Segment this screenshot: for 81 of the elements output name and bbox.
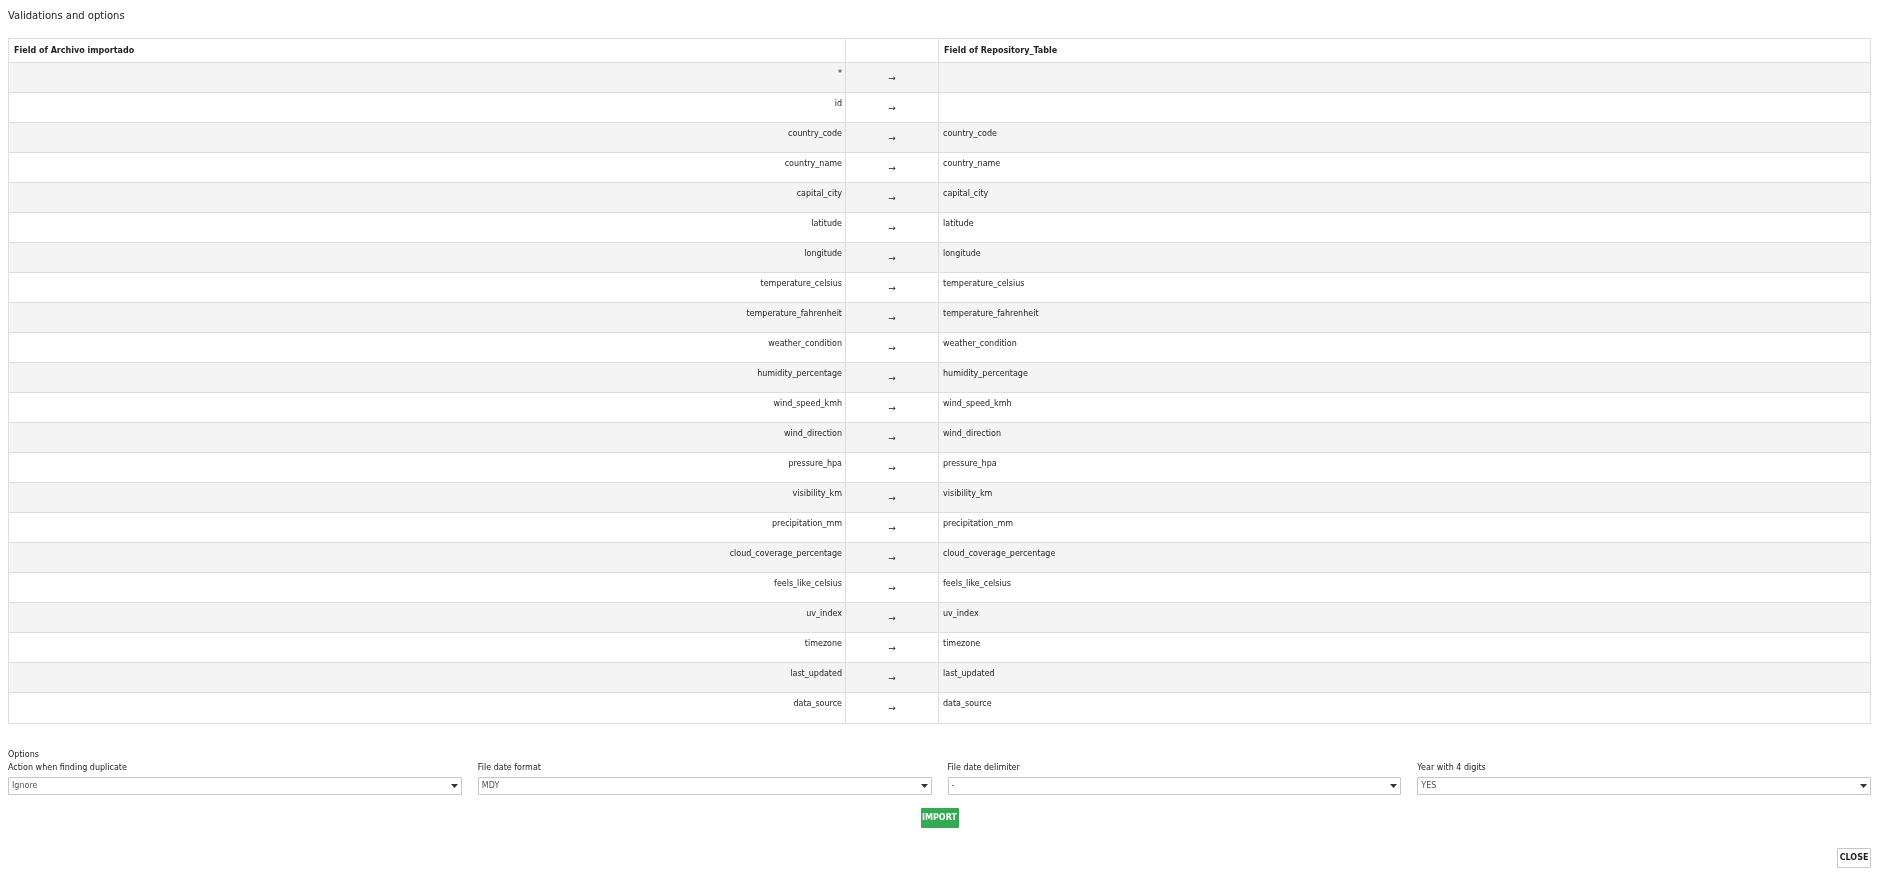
- arrow-icon: →: [888, 402, 896, 413]
- table-cell: weather_condition: [768, 339, 842, 349]
- table-cell: visibility_km: [943, 489, 993, 499]
- table-cell: humidity_percentage: [943, 369, 1028, 379]
- arrow-icon: →: [888, 582, 896, 593]
- table-cell: longitude: [804, 249, 842, 259]
- table-cell: capital_city: [943, 189, 989, 199]
- table-cell: capital_city: [796, 189, 842, 199]
- table-cell: feels_like_celsius: [774, 579, 842, 589]
- table-cell: weather_condition: [943, 339, 1017, 349]
- column-header: Field of Archivo importado: [14, 45, 135, 56]
- arrow-icon: →: [888, 492, 896, 503]
- table-cell: country_code: [943, 129, 997, 139]
- table-cell: latitude: [811, 219, 842, 229]
- arrow-icon: →: [888, 522, 896, 533]
- table-cell: pressure_hpa: [943, 459, 997, 469]
- table-cell: cloud_coverage_percentage: [943, 549, 1056, 559]
- caret-icon: [1860, 784, 1867, 788]
- table-cell: temperature_fahrenheit: [746, 309, 842, 319]
- arrow-icon: →: [888, 342, 896, 353]
- table-cell: temperature_fahrenheit: [943, 309, 1039, 319]
- table-cell: wind_direction: [784, 429, 842, 439]
- field-label: Action when finding duplicate: [8, 763, 127, 773]
- select-field[interactable]: YES: [1417, 777, 1871, 795]
- close-button[interactable]: CLOSE: [1837, 848, 1871, 868]
- table-cell: data_source: [793, 699, 842, 709]
- arrow-icon: →: [888, 552, 896, 563]
- arrow-icon: →: [888, 102, 896, 113]
- arrow-icon: →: [888, 312, 896, 323]
- arrow-icon: →: [888, 252, 896, 263]
- table-cell: latitude: [943, 219, 974, 229]
- table-cell: wind_speed_kmh: [943, 399, 1012, 409]
- arrow-icon: →: [888, 192, 896, 203]
- arrow-icon: →: [888, 372, 896, 383]
- table-cell: longitude: [943, 249, 981, 259]
- arrow-icon: →: [888, 162, 896, 173]
- options-heading: Options: [8, 750, 39, 760]
- select-field[interactable]: Ignore: [8, 777, 462, 795]
- arrow-icon: →: [888, 672, 896, 683]
- caret-icon: [450, 784, 458, 788]
- table-cell: precipitation_mm: [772, 519, 842, 529]
- table-cell: wind_speed_kmh: [773, 399, 842, 409]
- arrow-icon: →: [888, 282, 896, 293]
- table-cell: pressure_hpa: [788, 459, 842, 469]
- table-cell: precipitation_mm: [943, 519, 1013, 529]
- table-cell: last_updated: [943, 669, 995, 679]
- arrow-icon: →: [888, 432, 896, 443]
- table-cell: timezone: [804, 639, 842, 649]
- arrow-icon: →: [888, 222, 896, 233]
- table-cell: visibility_km: [792, 489, 842, 499]
- field-label: Year with 4 digits: [1417, 763, 1486, 773]
- caret-icon: [1390, 784, 1398, 788]
- arrow-icon: →: [888, 703, 896, 713]
- table-cell: uv_index: [943, 609, 979, 619]
- arrow-icon: →: [888, 132, 896, 143]
- table-cell: cloud_coverage_percentage: [729, 549, 842, 559]
- table-cell: humidity_percentage: [757, 369, 842, 379]
- table-cell: feels_like_celsius: [943, 579, 1011, 589]
- table-cell: data_source: [943, 699, 992, 709]
- arrow-icon: →: [888, 612, 896, 623]
- select-field[interactable]: -: [947, 777, 1402, 795]
- caret-icon: [920, 784, 928, 788]
- table-cell: last_updated: [790, 669, 842, 679]
- arrow-icon: →: [888, 72, 896, 83]
- table-cell: country_name: [943, 159, 1001, 169]
- arrow-icon: →: [888, 642, 896, 653]
- dialog-title: Validations and options: [8, 9, 125, 23]
- field-label: File date format: [477, 763, 541, 773]
- table-cell: country_code: [788, 129, 842, 139]
- table-cell: temperature_celsius: [760, 279, 842, 289]
- table-cell: timezone: [943, 639, 981, 649]
- table-cell: wind_direction: [943, 429, 1001, 439]
- select-field[interactable]: MDY: [477, 777, 932, 795]
- table-cell: *: [838, 69, 842, 79]
- table-cell: uv_index: [806, 609, 842, 619]
- table-cell: country_name: [784, 159, 842, 169]
- table-cell: temperature_celsius: [943, 279, 1025, 289]
- arrow-icon: →: [888, 462, 896, 473]
- column-header: Field of Repository_Table: [944, 45, 1058, 56]
- table-cell: id: [834, 99, 842, 109]
- field-label: File date delimiter: [947, 763, 1020, 773]
